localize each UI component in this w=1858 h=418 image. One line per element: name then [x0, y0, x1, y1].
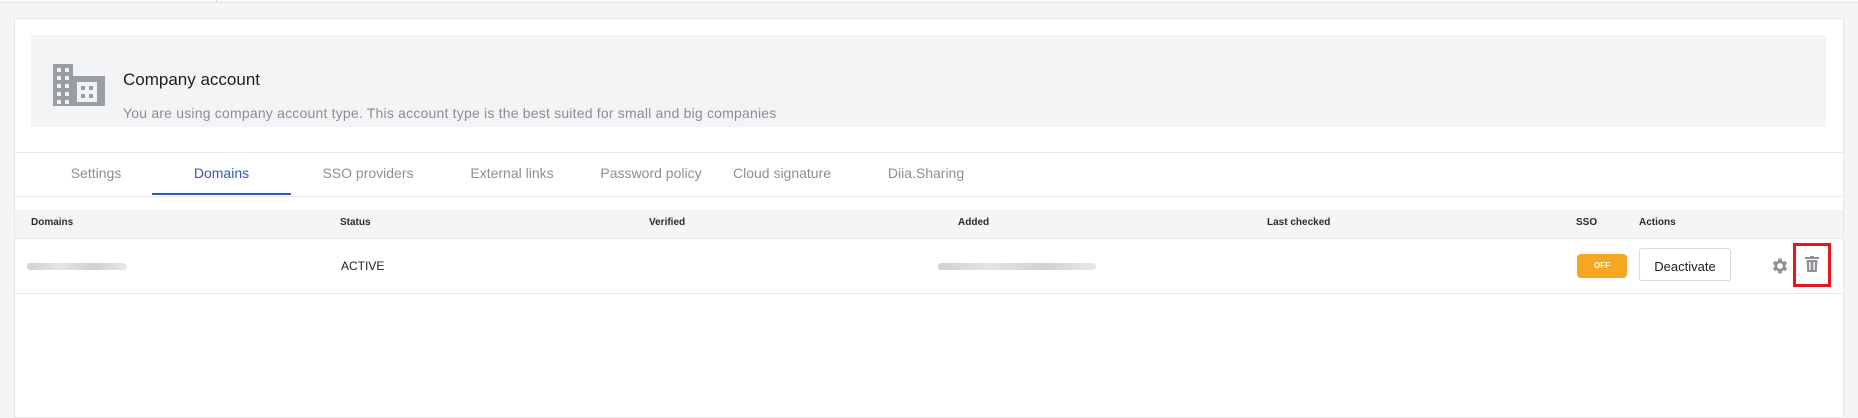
tab-sso-providers[interactable]: SSO providers	[308, 153, 428, 194]
redacted-added-date	[938, 263, 1096, 270]
domain-status: ACTIVE	[341, 259, 385, 273]
table-row: ACTIVE OFF Deactivate	[15, 239, 1843, 294]
column-domains: Domains	[31, 217, 74, 228]
sso-status-badge[interactable]: OFF	[1577, 254, 1627, 278]
column-status: Status	[340, 217, 371, 228]
settings-tabs: Settings Domains SSO providers External …	[15, 152, 1843, 197]
redacted-domain	[27, 263, 127, 270]
trash-icon[interactable]	[1805, 256, 1819, 272]
column-added: Added	[958, 217, 990, 228]
deactivate-button[interactable]: Deactivate	[1639, 248, 1731, 281]
domains-table-header: Domains Status Verified Added Last check…	[15, 210, 1843, 239]
account-description: You are using company account type. This…	[123, 105, 777, 121]
account-title: Company account	[123, 70, 261, 89]
top-bar	[0, 0, 1858, 3]
tab-diia-sharing[interactable]: Diia.Sharing	[871, 153, 981, 194]
column-last-checked: Last checked	[1267, 217, 1331, 228]
tab-cloud-signature[interactable]: Cloud signature	[723, 153, 841, 194]
building-icon	[53, 64, 105, 106]
delete-button-highlight[interactable]	[1793, 243, 1831, 287]
company-settings-card: Company account You are using company ac…	[14, 18, 1844, 418]
tab-password-policy[interactable]: Password policy	[585, 153, 717, 194]
account-info-box: Company account You are using company ac…	[31, 35, 1826, 127]
tab-domains[interactable]: Domains	[152, 153, 291, 195]
column-actions: Actions	[1639, 217, 1676, 228]
tab-external-links[interactable]: External links	[452, 153, 572, 194]
gear-icon[interactable]	[1770, 256, 1790, 276]
column-verified: Verified	[649, 217, 686, 228]
column-sso: SSO	[1576, 217, 1598, 228]
tab-settings[interactable]: Settings	[51, 153, 141, 194]
top-bar-divider	[216, 0, 217, 2]
